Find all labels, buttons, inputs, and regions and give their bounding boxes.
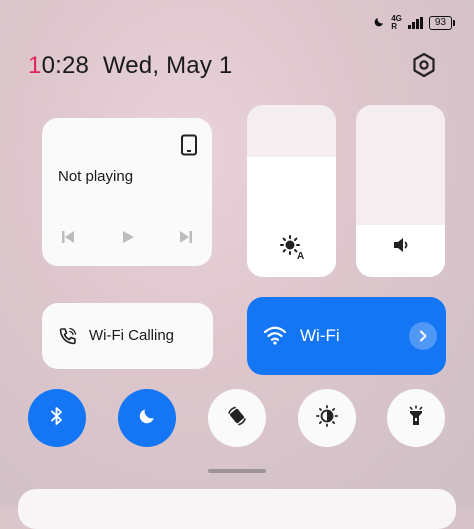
signal-icon (407, 17, 423, 29)
volume-slider[interactable] (356, 105, 445, 277)
play-icon[interactable] (120, 229, 136, 250)
previous-icon[interactable] (60, 229, 76, 250)
phone-icon[interactable] (180, 134, 198, 161)
media-status: Not playing (58, 168, 134, 185)
clock-date: 10:28 Wed, May 1 (28, 52, 232, 80)
auto-brightness-icon: A (280, 235, 306, 264)
settings-icon[interactable] (410, 51, 438, 79)
date: Wed, May 1 (102, 52, 233, 79)
bluetooth-icon (49, 406, 65, 431)
battery-indicator: 93 (428, 16, 456, 30)
dnd-toggle[interactable] (118, 389, 176, 447)
network-type: 4G R (391, 14, 402, 31)
wifi-calling-tile[interactable]: Wi-Fi Calling (42, 303, 213, 369)
moon-icon (137, 406, 157, 431)
wifi-label: Wi-Fi (300, 326, 340, 345)
dark-mode-toggle[interactable] (298, 389, 356, 447)
wifi-icon (263, 325, 287, 350)
bottom-sheet[interactable] (18, 489, 456, 529)
dark-mode-icon (316, 404, 338, 432)
moon-icon (373, 16, 385, 31)
svg-text:A: A (297, 251, 304, 259)
time-first-digit: 1 (28, 52, 42, 79)
bluetooth-toggle[interactable] (28, 389, 86, 447)
next-icon[interactable] (178, 229, 194, 250)
drag-handle[interactable] (208, 469, 266, 473)
wifi-calling-label: Wi-Fi Calling (89, 327, 175, 344)
auto-rotate-toggle[interactable] (208, 389, 266, 447)
brightness-slider[interactable]: A (247, 105, 336, 277)
flashlight-icon (407, 404, 425, 432)
wifi-tile[interactable]: Wi-Fi (247, 297, 446, 375)
flashlight-toggle[interactable] (387, 389, 445, 447)
time: 0:28 (41, 52, 90, 79)
volume-icon (392, 236, 410, 259)
status-bar: 4G R 93 (373, 14, 456, 32)
auto-rotate-icon (225, 404, 249, 433)
wifi-calling-icon (58, 326, 78, 351)
chevron-right-icon[interactable] (409, 322, 437, 350)
